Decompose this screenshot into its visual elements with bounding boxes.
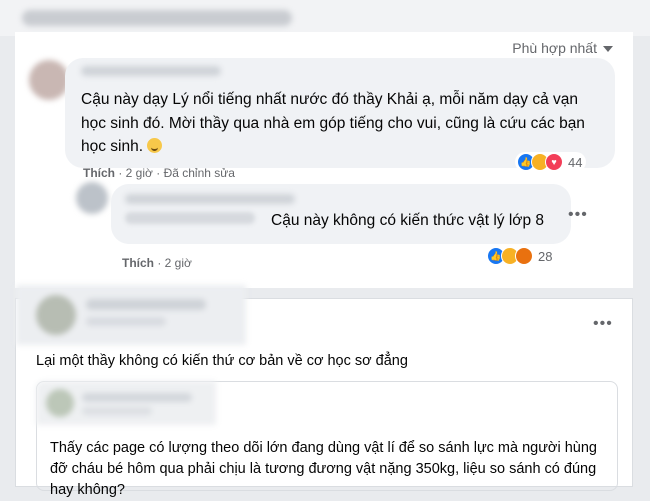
post-time [86,317,166,326]
poster-name[interactable] [86,299,206,310]
sort-dropdown[interactable]: Phù hợp nhất [512,40,613,56]
reaction-count: 28 [538,248,553,264]
avatar[interactable] [29,60,69,100]
replier-name-blurred[interactable] [125,194,295,204]
tagged-name-blurred [125,212,255,224]
sort-label: Phù hợp nhất [512,40,597,56]
shared-post-header-blurred [36,381,216,425]
blurred-top-bar [0,0,650,36]
shared-poster-name [82,393,192,402]
shared-post-text: Thấy các page có lượng theo dõi lớn đang… [50,440,597,498]
reply-actions: Thích · 2 giờ [122,256,192,270]
avatar[interactable] [76,182,108,214]
post-text: Lại một thầy không có kiến thứ cơ bản về… [36,353,408,369]
reaction-summary[interactable]: 👍 28 [485,246,557,266]
comments-card: Phù hợp nhất Cậu này dạy Lý nổi tiếng nh… [15,32,633,288]
avatar[interactable] [36,295,76,335]
love-reaction-icon: ♥ [545,153,563,171]
smile-emoji-icon [147,138,163,153]
shared-post-time [82,407,152,415]
avatar [46,389,74,417]
post-card: ••• Lại một thầy không có kiến thứ cơ bả… [15,285,633,498]
more-options-icon[interactable]: ••• [568,206,588,224]
reaction-count: 44 [568,154,583,170]
comment-text: Cậu này dạy Lý nổi tiếng nhất nước đó th… [81,91,585,155]
comment-actions: Thích · 2 giờ · Đã chỉnh sửa [83,166,235,180]
like-link[interactable]: Thích [122,256,154,270]
more-options-icon[interactable]: ••• [593,315,613,333]
caret-down-icon [603,46,613,52]
like-link[interactable]: Thích [83,166,115,180]
reply-text: Cậu này không có kiến thức vật lý lớp 8 [271,212,544,229]
commenter-name-blurred[interactable] [81,66,221,76]
edited-label: Đã chỉnh sửa [163,166,235,180]
reaction-summary[interactable]: 👍 ♥ 44 [515,152,587,172]
angry-reaction-icon [515,247,533,265]
reply-bubble: Cậu này không có kiến thức vật lý lớp 8 [111,184,571,244]
reply-time[interactable]: 2 giờ [165,256,192,270]
post-header-blurred [16,285,246,345]
shared-post[interactable]: Thấy các page có lượng theo dõi lớn đang… [36,381,618,498]
comment-time[interactable]: 2 giờ [126,166,153,180]
